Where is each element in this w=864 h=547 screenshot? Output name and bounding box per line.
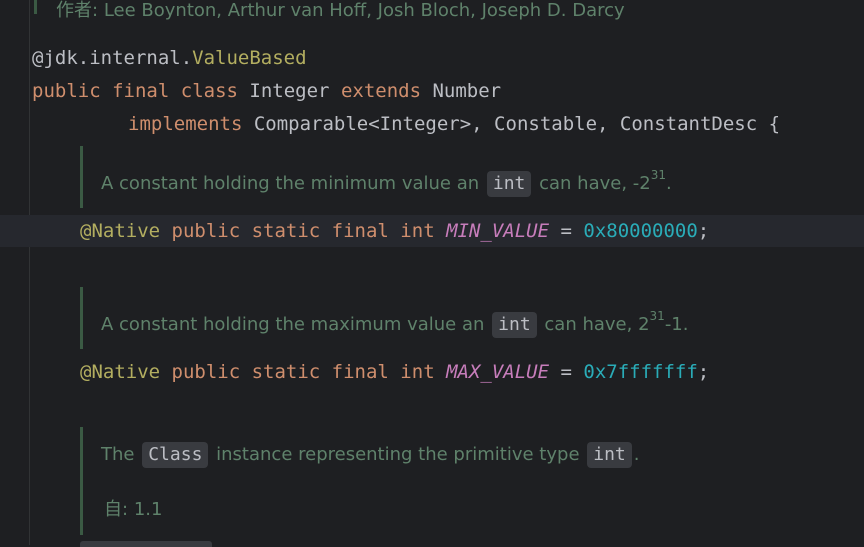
kw-public: public [32, 80, 101, 102]
kw-extends: extends [340, 80, 422, 102]
doc-type: The Class instance representing the prim… [101, 442, 640, 468]
semicolon-max: ; [697, 361, 710, 383]
min-doc-before: A constant holding the minimum value an [101, 173, 480, 194]
min-doc-int-code: int [486, 171, 532, 197]
type-doc-class-code: Class [142, 442, 209, 468]
native-annotation-max[interactable]: @Native [80, 361, 160, 383]
parent-class[interactable]: Number [432, 80, 501, 102]
class-name[interactable]: Integer [249, 80, 329, 102]
annotation-valuebased[interactable]: ValueBased [192, 47, 306, 69]
max-doc-after: can have, 2 [544, 314, 650, 335]
type-doc-int-code: int [587, 442, 632, 468]
doc-bar-type [80, 427, 83, 535]
doc-authors: 作者: Lee Boynton, Arthur van Hoff, Josh B… [56, 0, 625, 22]
authors-text: Lee Boynton, Arthur van Hoff, Josh Bloch… [103, 0, 625, 21]
type-doc-middle: instance representing the primitive type [216, 444, 580, 465]
editor-gutter-line [29, 0, 30, 545]
const-max-value[interactable]: MAX_VALUE [446, 361, 549, 383]
modifiers-max: public static final int [171, 361, 435, 383]
code-line-annotation[interactable]: @jdk.internal.ValueBased [32, 46, 307, 70]
since-label: 自: [104, 499, 129, 520]
native-annotation-min[interactable]: @Native [80, 220, 160, 242]
doc-bar-min [80, 146, 83, 208]
code-line-implements[interactable]: implements Comparable<Integer>, Constabl… [128, 112, 780, 136]
doc-bar-authors [34, 0, 37, 14]
interfaces-list[interactable]: Comparable<Integer>, Constable, Constant… [254, 113, 780, 135]
max-doc-before: A constant holding the maximum value an [101, 314, 485, 335]
code-line-class-decl[interactable]: public final class Integer extends Numbe… [32, 79, 501, 103]
kw-implements: implements [128, 113, 243, 135]
max-doc-exponent: 31 [649, 309, 665, 323]
min-doc-after: can have, -2 [539, 173, 651, 194]
max-doc-int-code: int [492, 312, 537, 338]
doc-since: 自: 1.1 [104, 495, 162, 521]
authors-label: 作者: [56, 0, 99, 21]
equals-min: = [549, 220, 584, 242]
code-line-max-value[interactable]: @Native public static final int MAX_VALU… [80, 360, 709, 384]
min-doc-exponent: 31 [650, 168, 667, 182]
doc-max-value: A constant holding the maximum value an … [101, 309, 688, 338]
semicolon-min: ; [697, 220, 710, 242]
type-doc-end: . [633, 444, 640, 465]
equals-max: = [549, 361, 584, 383]
type-doc-the: The [101, 444, 135, 465]
since-value: 1.1 [133, 499, 163, 520]
modifiers-min: public static final int [171, 220, 435, 242]
min-doc-end: . [666, 173, 672, 194]
next-code-chip [80, 541, 212, 547]
max-doc-end: -1. [664, 314, 689, 335]
doc-bar-max [80, 287, 83, 349]
const-min-value[interactable]: MIN_VALUE [446, 220, 549, 242]
value-min: 0x80000000 [583, 220, 698, 242]
doc-min-value: A constant holding the minimum value an … [101, 168, 672, 197]
annotation-prefix: @jdk.internal. [32, 47, 193, 69]
value-max: 0x7fffffff [583, 361, 698, 383]
kw-final: final [112, 80, 170, 102]
code-line-min-value[interactable]: @Native public static final int MIN_VALU… [80, 219, 709, 243]
kw-class: class [180, 80, 238, 102]
